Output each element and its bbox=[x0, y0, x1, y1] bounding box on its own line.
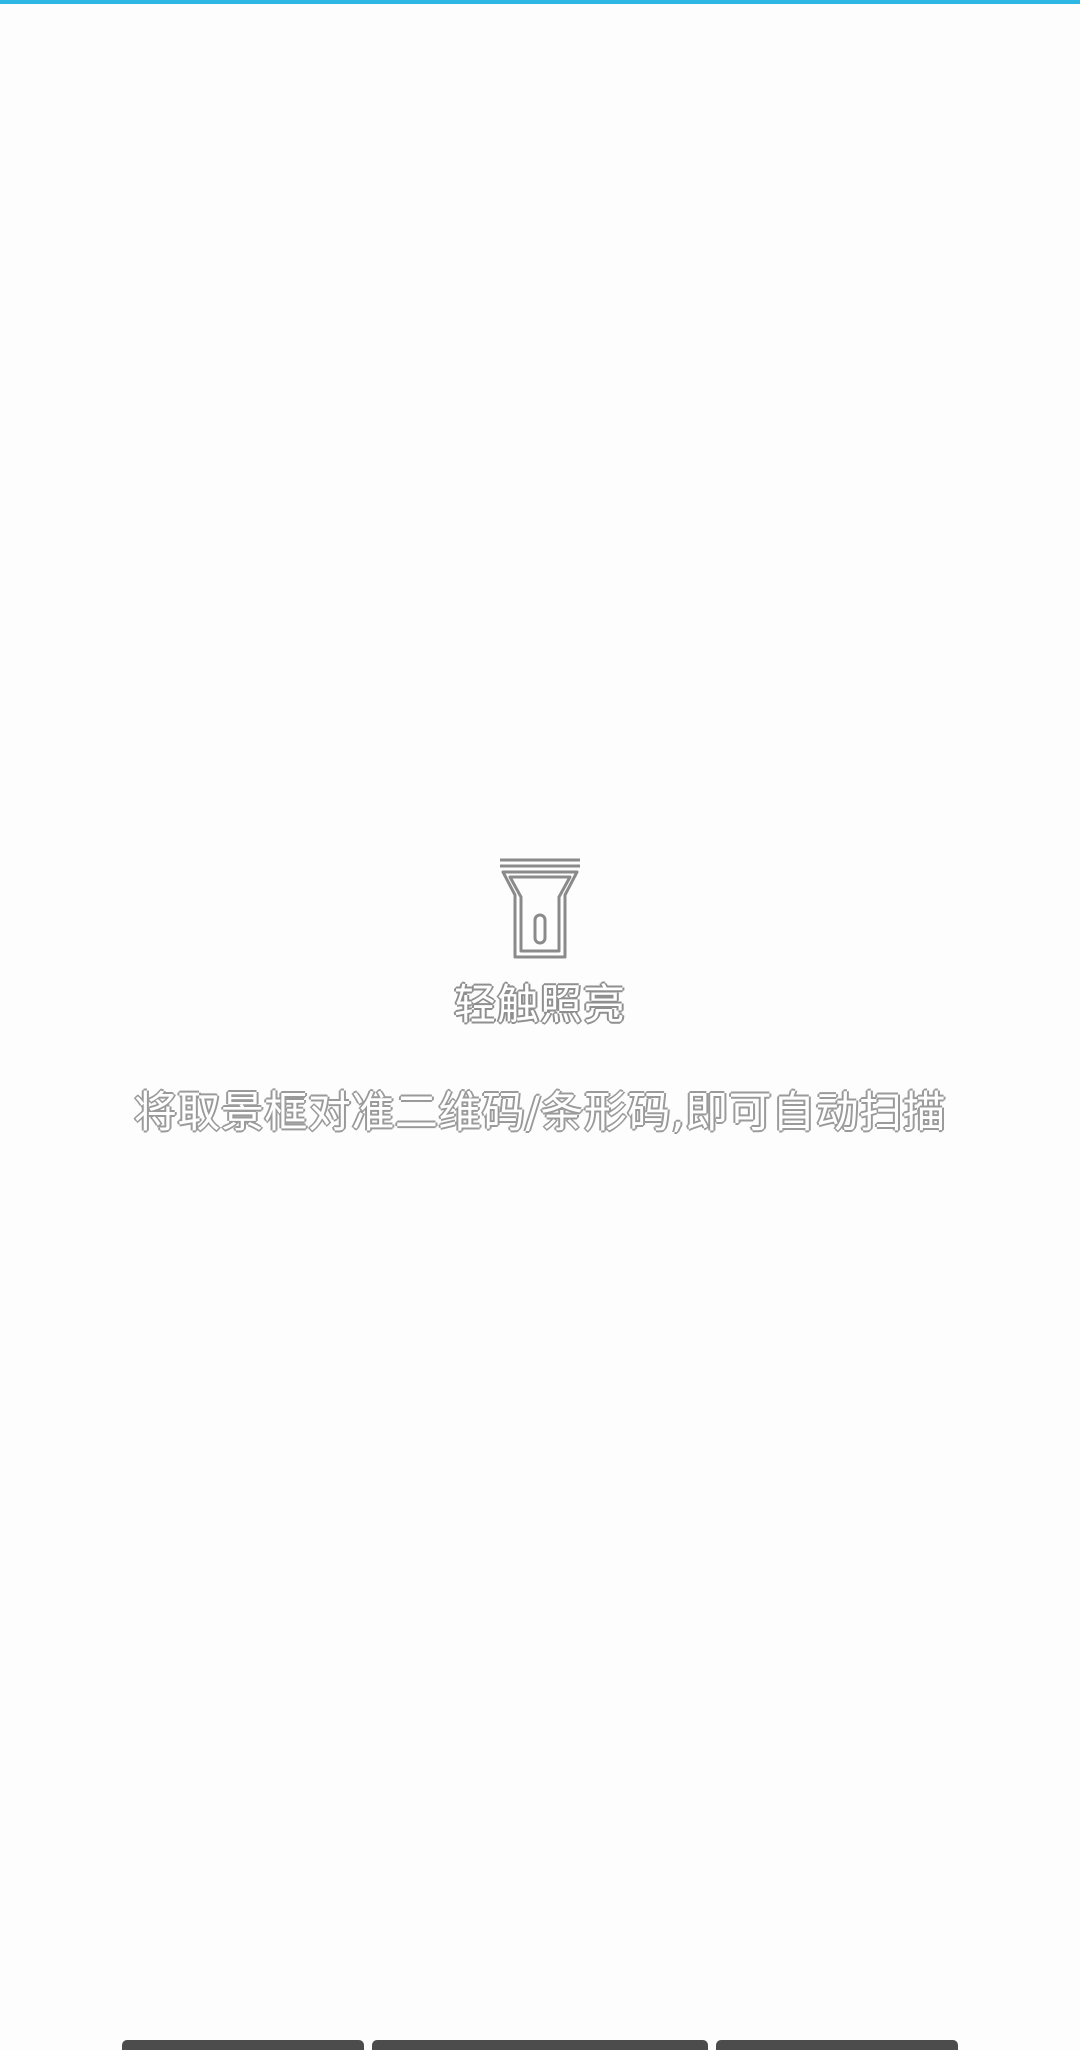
flashlight-toggle-button[interactable]: 轻触照亮 bbox=[440, 855, 640, 1040]
flashlight-label: 轻触照亮 bbox=[453, 980, 626, 1029]
bottom-tab-left[interactable] bbox=[122, 2040, 364, 2050]
scan-progress-line bbox=[0, 0, 1080, 4]
bottom-tab-bar[interactable] bbox=[0, 2040, 1080, 2050]
scan-instruction-text: 将取景框对准二维码/条形码,即可自动扫描 bbox=[133, 1088, 947, 1138]
flashlight-icon bbox=[500, 858, 580, 959]
bottom-tab-center[interactable] bbox=[372, 2040, 708, 2050]
bottom-tab-right[interactable] bbox=[716, 2040, 958, 2050]
